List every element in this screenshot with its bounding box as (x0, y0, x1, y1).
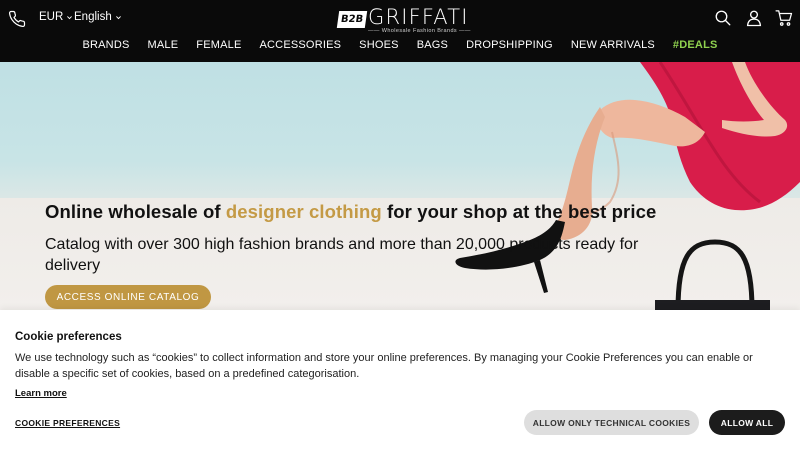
site-header: EUR English B2B GRIFFATI —— Wholesale Fa… (0, 0, 800, 62)
search-icon[interactable] (714, 9, 732, 27)
cookie-preferences-link[interactable]: COOKIE PREFERENCES (15, 418, 120, 428)
cookie-description: We use technology such as “cookies” to c… (15, 352, 753, 380)
nav-item-dropshipping[interactable]: DROPSHIPPING (457, 36, 562, 54)
nav-item-new-arrivals[interactable]: NEW ARRIVALS (562, 36, 664, 54)
chevron-down-icon (115, 15, 121, 19)
currency-value: EUR (39, 11, 64, 23)
hero-banner: Online wholesale of designer clothing fo… (0, 62, 800, 310)
logo-wordmark: GRIFFATI (368, 5, 469, 29)
chevron-down-icon (67, 15, 73, 19)
user-icon[interactable] (745, 9, 763, 27)
cookie-banner: Cookie preferences We use technology suc… (0, 310, 800, 450)
nav-item-female[interactable]: FEMALE (187, 36, 250, 54)
site-logo[interactable]: B2B GRIFFATI —— Wholesale Fashion Brands… (336, 5, 471, 35)
bag-body (655, 300, 770, 310)
allow-technical-cookies-button[interactable]: ALLOW ONLY TECHNICAL COOKIES (524, 410, 699, 435)
logo-tagline: —— Wholesale Fashion Brands —— (368, 28, 471, 34)
access-catalog-button[interactable]: ACCESS ONLINE CATALOG (45, 285, 211, 309)
nav-item-shoes[interactable]: SHOES (350, 36, 408, 54)
language-selector[interactable]: English (74, 11, 122, 23)
language-value: English (74, 11, 112, 23)
nav-item-deals[interactable]: #DEALS (664, 36, 727, 54)
nav-item-male[interactable]: MALE (139, 36, 188, 54)
learn-more-link[interactable]: Learn more (15, 388, 67, 399)
cart-icon[interactable] (775, 9, 793, 27)
nav-item-bags[interactable]: BAGS (408, 36, 457, 54)
currency-selector[interactable]: EUR (39, 11, 73, 23)
main-nav: BRANDS MALE FEMALE ACCESSORIES SHOES BAG… (0, 36, 800, 54)
allow-all-button[interactable]: ALLOW ALL (709, 410, 785, 435)
hero-subtitle: Catalog with over 300 high fashion brand… (45, 236, 639, 274)
nav-item-brands[interactable]: BRANDS (73, 36, 138, 54)
phone-icon[interactable] (8, 10, 26, 28)
nav-item-accessories[interactable]: ACCESSORIES (251, 36, 351, 54)
hero-title-highlight: designer clothing (225, 201, 382, 222)
cookie-title: Cookie preferences (15, 331, 122, 343)
logo-badge: B2B (336, 11, 368, 28)
hero-title: Online wholesale of designer clothing fo… (45, 201, 657, 222)
top-bar: EUR English B2B GRIFFATI —— Wholesale Fa… (0, 0, 800, 36)
